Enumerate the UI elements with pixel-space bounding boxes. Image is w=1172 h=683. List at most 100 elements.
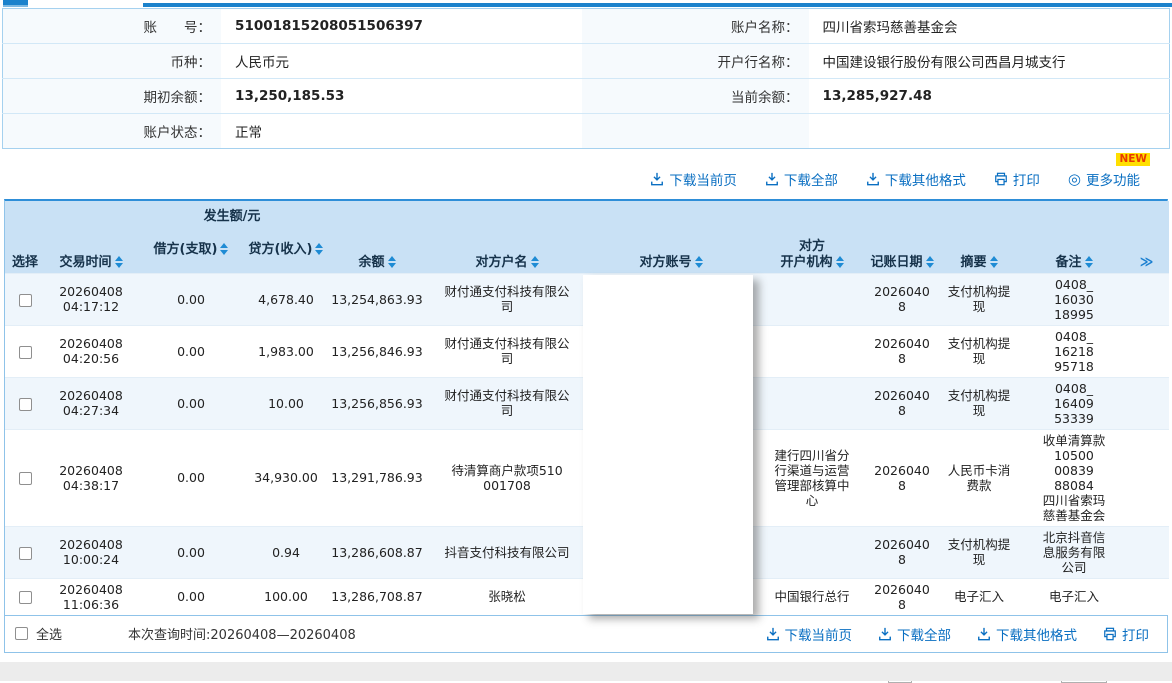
cell-booking-date: 20260408 bbox=[869, 273, 935, 325]
cell-summary: 支付机构提 现 bbox=[935, 273, 1023, 325]
header-balance[interactable]: 余额 bbox=[327, 201, 427, 273]
sort-icon[interactable] bbox=[836, 256, 844, 268]
cell-counterparty-bank bbox=[755, 325, 869, 377]
cell-counterparty-bank: 中国银行总行 bbox=[755, 578, 869, 615]
account-info-row: 期初余额： 13,250,185.53 当前余额： 13,285,927.48 bbox=[3, 79, 1170, 114]
sort-icon[interactable] bbox=[1085, 256, 1093, 268]
cell-summary: 电子汇入 bbox=[935, 578, 1023, 615]
tab-strip-segment bbox=[143, 3, 1172, 7]
sort-icon[interactable] bbox=[315, 243, 323, 255]
cell-credit: 0.94 bbox=[245, 526, 327, 578]
header-remark[interactable]: 备注 bbox=[1023, 201, 1125, 273]
cell-credit: 1,983.00 bbox=[245, 325, 327, 377]
cell-balance: 13,291,786.93 bbox=[327, 429, 427, 526]
opening-balance-label: 期初余额： bbox=[3, 79, 222, 114]
account-status-value: 正常 bbox=[221, 114, 582, 149]
cell-summary: 支付机构提 现 bbox=[935, 377, 1023, 429]
cell-counterparty-name: 财付通支付科技有限公 司 bbox=[427, 377, 587, 429]
sort-icon[interactable] bbox=[926, 256, 934, 268]
cell-time: 20260408 10:00:24 bbox=[45, 526, 137, 578]
cell-credit: 34,930.00 bbox=[245, 429, 327, 526]
download-all-button[interactable]: 下载全部 bbox=[765, 169, 838, 189]
print-button[interactable]: 打印 bbox=[994, 169, 1040, 189]
cell-summary: 支付机构提 现 bbox=[935, 526, 1023, 578]
header-debit[interactable]: 借方(支取) bbox=[137, 227, 245, 273]
header-counterparty-name[interactable]: 对方户名 bbox=[427, 201, 587, 273]
sort-icon[interactable] bbox=[531, 256, 539, 268]
cell-time: 20260408 04:17:12 bbox=[45, 273, 137, 325]
download-current-page-button[interactable]: 下载当前页 bbox=[650, 169, 737, 189]
download-all-button[interactable]: 下载全部 bbox=[878, 624, 951, 644]
account-info-row: 账户状态： 正常 bbox=[3, 114, 1170, 149]
select-all-checkbox[interactable] bbox=[15, 627, 28, 640]
cell-balance: 13,256,846.93 bbox=[327, 325, 427, 377]
cell-credit: 100.00 bbox=[245, 578, 327, 615]
cell-credit: 10.00 bbox=[245, 377, 327, 429]
download-other-format-button[interactable]: 下载其他格式 bbox=[866, 169, 966, 189]
cell-balance: 13,286,608.87 bbox=[327, 526, 427, 578]
cell-counterparty-bank bbox=[755, 377, 869, 429]
account-name-label: 账户名称： bbox=[582, 9, 809, 44]
account-name-value: 四川省索玛慈善基金会 bbox=[809, 9, 1170, 44]
opening-balance-value: 13,250,185.53 bbox=[221, 79, 582, 114]
header-credit[interactable]: 贷方(收入) bbox=[245, 227, 327, 273]
bottom-gray-strip bbox=[0, 662, 1172, 681]
account-status-label: 账户状态： bbox=[3, 114, 222, 149]
double-chevron-icon: ≫ bbox=[1140, 255, 1155, 270]
header-counterparty-account[interactable]: 对方账号 bbox=[587, 201, 755, 273]
cell-debit: 0.00 bbox=[137, 429, 245, 526]
currency-label: 币种： bbox=[3, 44, 222, 79]
current-balance-value: 13,285,927.48 bbox=[809, 79, 1170, 114]
new-badge: NEW bbox=[1116, 153, 1150, 166]
row-checkbox[interactable] bbox=[19, 346, 32, 359]
cell-summary: 支付机构提 现 bbox=[935, 325, 1023, 377]
cell-remark: 0408_ 16030 18995 bbox=[1023, 273, 1125, 325]
cell-counterparty-bank: 建行四川省分 行渠道与运营 管理部核算中 心 bbox=[755, 429, 869, 526]
cell-remark: 北京抖音信 息服务有限 公司 bbox=[1023, 526, 1125, 578]
current-balance-label: 当前余额： bbox=[582, 79, 809, 114]
more-columns-button[interactable]: ≫ bbox=[1125, 201, 1169, 273]
cell-counterparty-name: 待清算商户款项510 001708 bbox=[427, 429, 587, 526]
cell-remark: 电子汇入 bbox=[1023, 578, 1125, 615]
cell-remark: 0408_ 16409 53339 bbox=[1023, 377, 1125, 429]
tab-strip-segment bbox=[3, 5, 28, 7]
gear-icon: ◎ bbox=[1068, 172, 1081, 186]
row-checkbox[interactable] bbox=[19, 398, 32, 411]
top-tab-strip bbox=[0, 0, 1172, 8]
account-number-label: 账 号： bbox=[3, 9, 222, 44]
row-checkbox[interactable] bbox=[19, 591, 32, 604]
cell-balance: 13,256,856.93 bbox=[327, 377, 427, 429]
redaction-overlay bbox=[583, 275, 753, 614]
row-checkbox[interactable] bbox=[19, 472, 32, 485]
download-current-page-button[interactable]: 下载当前页 bbox=[766, 624, 853, 644]
sort-icon[interactable] bbox=[695, 256, 703, 268]
row-checkbox[interactable] bbox=[19, 294, 32, 307]
sort-icon[interactable] bbox=[220, 243, 228, 255]
cell-debit: 0.00 bbox=[137, 325, 245, 377]
header-transaction-time[interactable]: 交易时间 bbox=[45, 201, 137, 273]
cell-debit: 0.00 bbox=[137, 273, 245, 325]
account-info-row: 币种： 人民币元 开户行名称： 中国建设银行股份有限公司西昌月城支行 bbox=[3, 44, 1170, 79]
cell-booking-date: 20260408 bbox=[869, 429, 935, 526]
download-icon bbox=[650, 172, 664, 186]
cell-counterparty-bank bbox=[755, 526, 869, 578]
header-summary[interactable]: 摘要 bbox=[935, 201, 1023, 273]
more-functions-button[interactable]: ◎ 更多功能 bbox=[1068, 169, 1140, 189]
cell-counterparty-name: 张晓松 bbox=[427, 578, 587, 615]
sort-icon[interactable] bbox=[115, 256, 123, 268]
header-booking-date[interactable]: 记账日期 bbox=[869, 201, 935, 273]
print-button[interactable]: 打印 bbox=[1103, 624, 1149, 644]
sort-icon[interactable] bbox=[990, 256, 998, 268]
transactions-table-container: 选择 交易时间 发生额/元 余额 对方户名 对方账号 对方 开户机构 记账日期 … bbox=[4, 199, 1168, 653]
row-checkbox[interactable] bbox=[19, 547, 32, 560]
download-other-format-button[interactable]: 下载其他格式 bbox=[977, 624, 1077, 644]
select-all-label: 全选 bbox=[36, 624, 62, 643]
cell-credit: 4,678.40 bbox=[245, 273, 327, 325]
cell-counterparty-bank bbox=[755, 273, 869, 325]
cell-debit: 0.00 bbox=[137, 578, 245, 615]
download-icon bbox=[766, 627, 780, 641]
cell-counterparty-name: 财付通支付科技有限公 司 bbox=[427, 273, 587, 325]
account-info-row: 账 号： 51001815208051506397 账户名称： 四川省索玛慈善基… bbox=[3, 9, 1170, 44]
sort-icon[interactable] bbox=[388, 256, 396, 268]
header-counterparty-bank[interactable]: 对方 开户机构 bbox=[755, 201, 869, 273]
